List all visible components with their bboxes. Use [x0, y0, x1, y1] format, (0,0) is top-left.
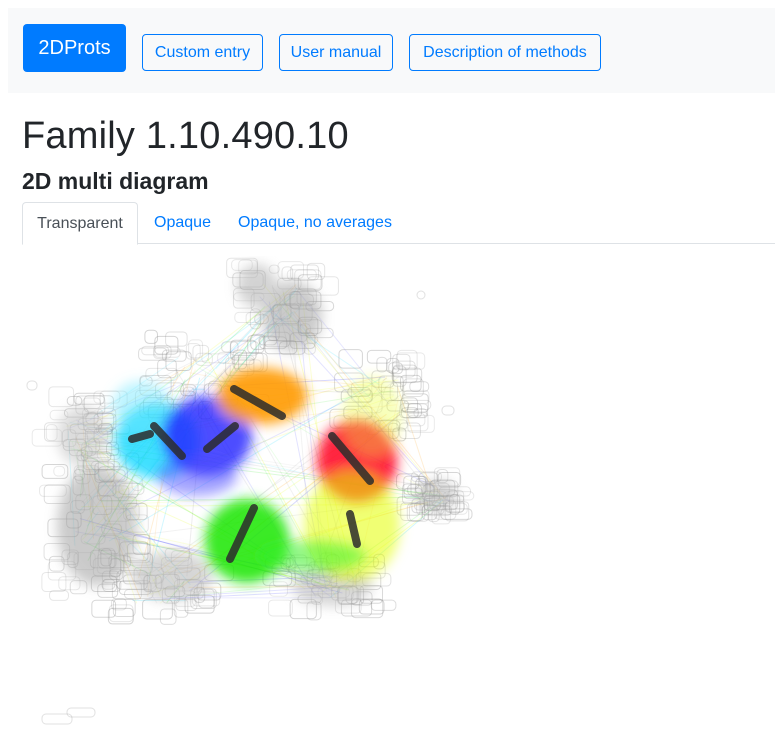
element-outline [41, 571, 67, 593]
page-title: Family 1.10.490.10 [22, 115, 349, 157]
element-outline [53, 465, 66, 477]
element-outline [165, 331, 188, 347]
tab-transparent[interactable]: Transparent [22, 202, 138, 245]
user-manual-button[interactable]: User manual [279, 34, 393, 71]
element-outline [41, 463, 69, 479]
brand-button[interactable]: 2DProts [23, 24, 126, 72]
element-outline [58, 576, 81, 591]
element-outline [268, 599, 293, 617]
element-outline [144, 329, 158, 344]
custom-entry-button[interactable]: Custom entry [142, 34, 263, 71]
top-navbar: 2DProts Custom entry User manual Descrip… [8, 8, 775, 93]
element-outline [26, 380, 38, 391]
diagram-tabs: Transparent Opaque Opaque, no averages [22, 202, 775, 245]
multi-diagram-canvas [26, 257, 475, 725]
diagram-subtitle: 2D multi diagram [22, 168, 209, 194]
tab-opaque-no-averages[interactable]: Opaque, no averages [230, 202, 400, 244]
element-outline [441, 405, 455, 416]
description-of-methods-button[interactable]: Description of methods [409, 34, 601, 71]
element-outline [112, 598, 136, 617]
element-outline [45, 424, 58, 442]
element-outline [39, 484, 67, 497]
tab-opaque[interactable]: Opaque [140, 202, 225, 244]
element-outline [416, 290, 426, 300]
element-outline [392, 353, 411, 371]
element-outline [376, 356, 388, 373]
segment-cyan [128, 430, 154, 443]
element-outline [159, 608, 177, 625]
